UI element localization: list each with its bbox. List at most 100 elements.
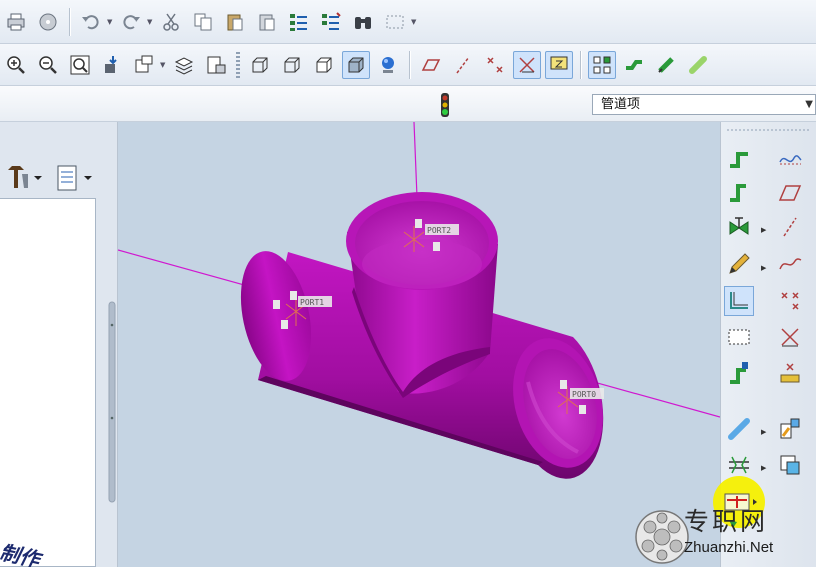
save-disk-button[interactable] <box>34 8 62 36</box>
segment-dropdown-icon[interactable]: ▶ <box>761 428 766 436</box>
sketch-curve-button[interactable] <box>775 144 805 174</box>
pipe-route-tool-button[interactable] <box>724 144 754 174</box>
selection-filter-select[interactable]: 管道项 ▼ <box>592 94 816 115</box>
view-manager-button[interactable] <box>202 51 230 79</box>
insert-valve-button[interactable] <box>724 212 754 242</box>
redo-dropdown-icon[interactable]: ▼ <box>147 18 155 26</box>
regeneration-manager-icon <box>322 11 341 30</box>
route-from-reference-button[interactable] <box>724 286 754 316</box>
datum-point-icon <box>487 56 503 73</box>
shading-button[interactable] <box>342 50 370 79</box>
datum-axis-icon <box>783 217 797 237</box>
refit-button[interactable] <box>66 51 94 79</box>
insert-fitting-button[interactable] <box>775 414 805 444</box>
datum-planes-toggle[interactable] <box>417 51 445 79</box>
toolbar-separator <box>580 50 581 79</box>
datum-plane-button[interactable] <box>775 178 805 208</box>
undo-button[interactable] <box>77 8 105 36</box>
zoom-out-button[interactable] <box>34 51 62 79</box>
show-columns-button[interactable] <box>52 164 98 196</box>
zoom-in-button[interactable] <box>2 51 30 79</box>
list-icon <box>57 165 92 191</box>
refit-icon <box>70 55 90 74</box>
saved-views-dropdown-icon[interactable]: ▼ <box>160 61 168 69</box>
pipe-route-icon <box>626 59 642 70</box>
pipe-connect-button[interactable] <box>724 358 754 388</box>
toolbar-view: ▼ <box>0 44 816 86</box>
panel-splitter[interactable] <box>106 122 118 567</box>
fitting-icon <box>780 418 800 439</box>
select-box-dropdown-icon[interactable]: ▼ <box>411 18 419 26</box>
datum-axis-button[interactable] <box>775 212 805 242</box>
binoculars-icon <box>355 16 371 29</box>
toolbar-grip[interactable] <box>236 51 240 78</box>
paste-special-button[interactable] <box>253 8 281 36</box>
split-dropdown-icon[interactable]: ▶ <box>761 464 766 472</box>
redo-button[interactable] <box>117 8 145 36</box>
sketch-dropdown-icon[interactable]: ▶ <box>761 264 766 272</box>
zoom-in-icon <box>7 55 25 74</box>
undo-icon <box>82 14 99 29</box>
insert-component-button[interactable] <box>775 450 805 480</box>
creo-window: ▼ ▼ ▼ ▼ 管道项 ▼ 制作 PORT2 PORT1 PORT0 ▶ ▶ ▶… <box>0 0 816 567</box>
logo-url: Zhuanzhi.Net <box>684 539 774 556</box>
pipe-break-button[interactable] <box>724 322 754 352</box>
datum-points-toggle[interactable] <box>481 51 509 79</box>
valve-dropdown-icon[interactable]: ▶ <box>761 226 766 234</box>
pipe-segment-icon <box>728 418 750 440</box>
piping-network-button[interactable] <box>588 50 616 79</box>
coordinate-system-icon <box>781 328 799 347</box>
select-box-button[interactable] <box>381 8 409 36</box>
paste-button[interactable] <box>221 8 249 36</box>
port-label: PORT0 <box>572 390 596 399</box>
port-label: PORT2 <box>427 226 451 235</box>
regeneration-manager-button[interactable] <box>317 8 345 36</box>
no-hidden-cube-icon <box>316 57 332 72</box>
regenerate-button[interactable] <box>285 8 313 36</box>
pipe-set-icon <box>658 56 674 73</box>
spline-button[interactable] <box>775 249 805 279</box>
cut-button[interactable] <box>157 8 185 36</box>
datum-plane-icon <box>421 58 441 71</box>
model-tree[interactable] <box>0 198 96 567</box>
reorient-button[interactable] <box>98 51 126 79</box>
pipe-extend-icon <box>730 184 746 202</box>
appearance-button[interactable] <box>374 51 402 79</box>
find-button[interactable] <box>349 8 377 36</box>
selection-box-icon <box>386 15 404 28</box>
pipe-set-button[interactable] <box>652 51 680 79</box>
clipboard-icon <box>227 14 243 30</box>
graphics-viewport[interactable]: PORT2 PORT1 PORT0 <box>118 122 720 567</box>
datum-csys-button[interactable] <box>775 322 805 352</box>
pipe-route-button[interactable] <box>620 51 648 79</box>
traffic-light-icon[interactable] <box>437 92 453 118</box>
pipe-sketch-button[interactable] <box>724 249 754 279</box>
datum-csys-toggle[interactable] <box>513 50 541 79</box>
clipboard-special-icon <box>259 14 275 30</box>
copy-button[interactable] <box>189 8 217 36</box>
pipe-extend-button[interactable] <box>724 178 754 208</box>
wireframe-button[interactable] <box>246 51 274 79</box>
pipe-segment-tool-button[interactable] <box>724 414 754 444</box>
point-offset-icon <box>780 363 800 383</box>
print-button[interactable] <box>2 8 30 36</box>
pipe-route-icon <box>730 152 748 168</box>
hidden-line-button[interactable] <box>278 51 306 79</box>
toolbar-separator <box>409 50 410 79</box>
tree-settings-button[interactable] <box>4 164 44 196</box>
logo-wordmark: 专职网 <box>684 507 769 536</box>
no-hidden-button[interactable] <box>310 51 338 79</box>
saved-views-button[interactable] <box>130 51 158 79</box>
datum-point-offset-button[interactable] <box>775 358 805 388</box>
datum-axes-toggle[interactable] <box>449 51 477 79</box>
layers-button[interactable] <box>170 51 198 79</box>
saved-views-icon <box>135 55 153 72</box>
tee-fitting-model[interactable]: PORT2 PORT1 PORT0 <box>118 122 720 567</box>
corner-route-icon <box>730 292 748 309</box>
component-icon <box>780 455 800 475</box>
undo-dropdown-icon[interactable]: ▼ <box>107 18 115 26</box>
pencil-icon <box>729 253 750 274</box>
datum-point-button[interactable] <box>775 286 805 316</box>
annotations-toggle[interactable] <box>545 50 573 79</box>
pipe-segment-button[interactable] <box>684 51 712 79</box>
